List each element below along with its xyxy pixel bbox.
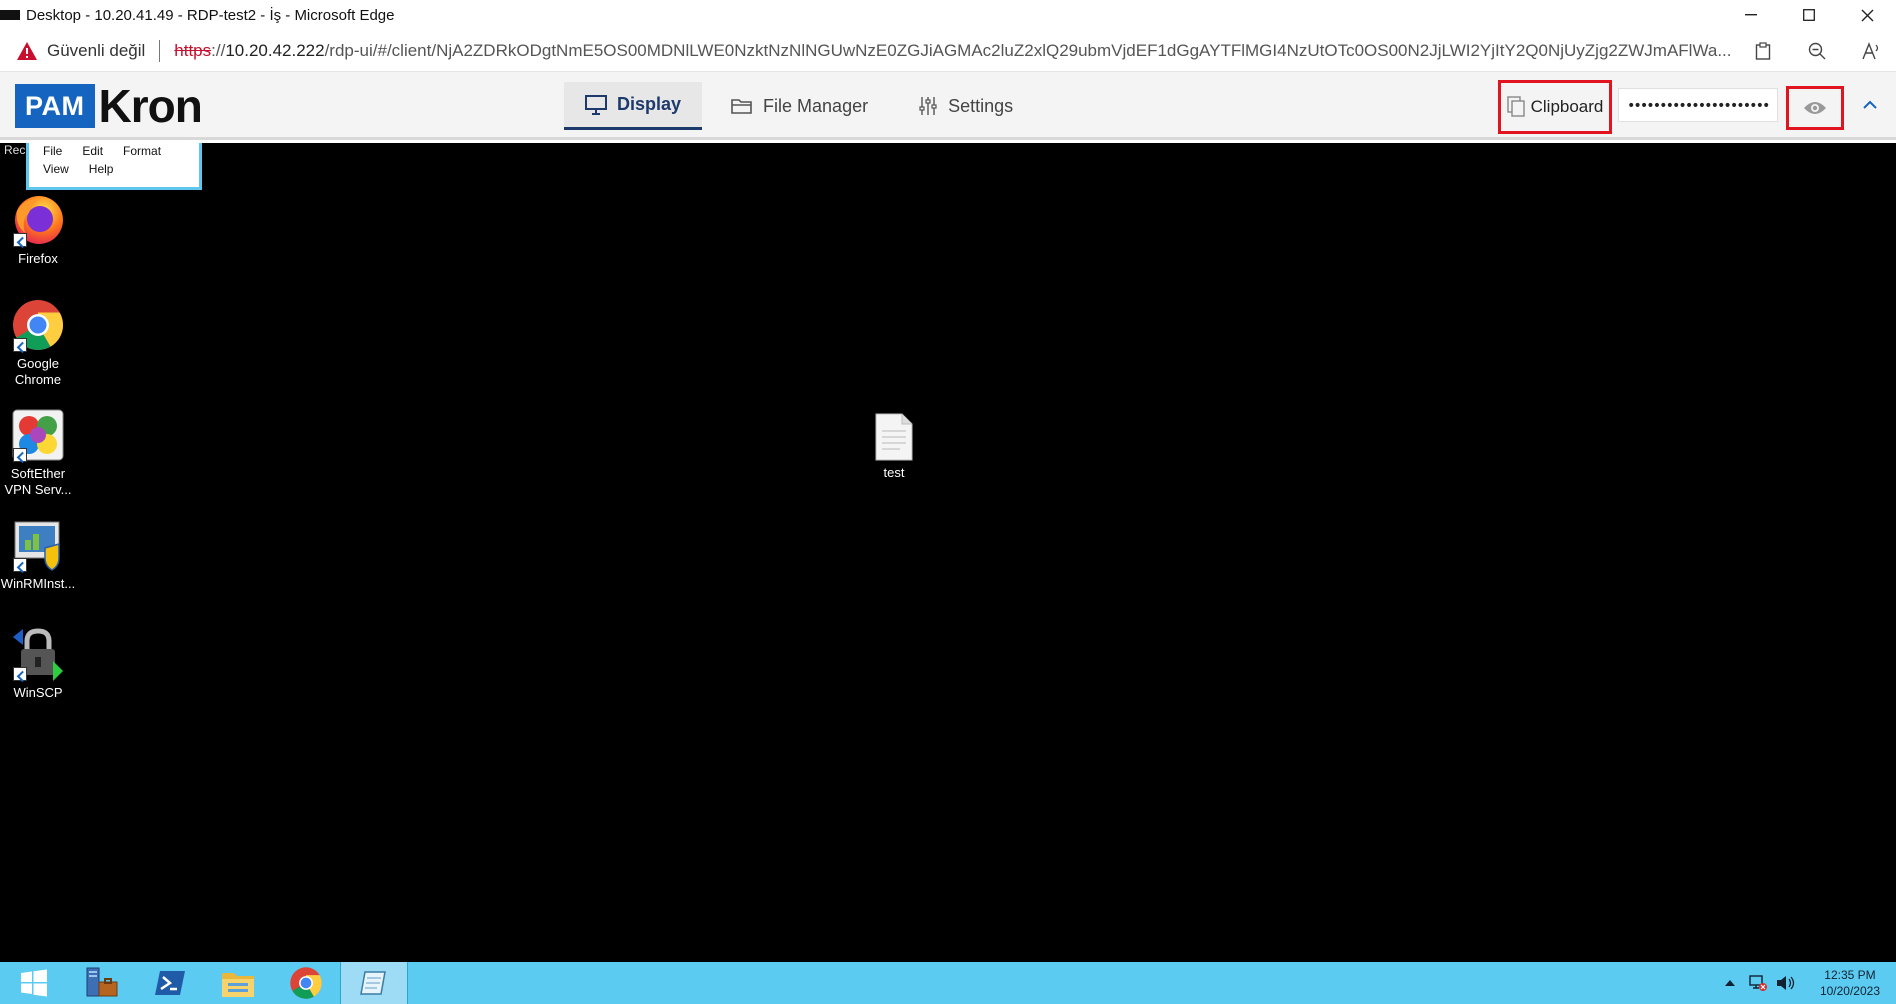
firefox-label: Firefox <box>18 251 58 266</box>
windows-logo-icon <box>21 969 47 997</box>
desktop-icon-winrm[interactable]: WinRMInst... <box>0 518 78 592</box>
winrm-label: WinRMInst... <box>0 576 76 591</box>
url-host: 10.20.42.222 <box>225 40 325 60</box>
close-button[interactable] <box>1838 0 1896 30</box>
url-separator: :// <box>211 40 226 60</box>
not-secure-label[interactable]: Güvenli değil <box>47 41 145 61</box>
desktop-icon-firefox[interactable]: Firefox <box>0 193 78 267</box>
chevron-up-icon <box>1863 100 1877 109</box>
notepad-taskbar-button[interactable] <box>340 962 408 1004</box>
tab-file-manager-label: File Manager <box>763 95 869 116</box>
show-password-button[interactable] <box>1786 86 1844 130</box>
url-path: /rdp-ui/#/client/NjA2ZDRkODgtNmE5OS00MDN… <box>324 40 1732 60</box>
winscp-label: WinSCP <box>13 685 63 700</box>
text-file-icon <box>875 413 913 461</box>
file-explorer-icon <box>222 973 254 997</box>
network-icon[interactable] <box>1746 971 1770 995</box>
powershell-icon <box>155 971 185 995</box>
volume-icon[interactable] <box>1774 971 1798 995</box>
menu-view[interactable]: View <box>43 162 69 176</box>
tab-settings[interactable]: Settings <box>897 82 1034 130</box>
notepad-menu-row2: View Help <box>29 159 199 179</box>
address-actions <box>1752 40 1882 62</box>
firefox-icon <box>11 193 65 247</box>
tab-settings-label: Settings <box>948 95 1014 116</box>
shortcut-arrow-icon <box>13 667 27 681</box>
winrm-installer-icon <box>11 518 65 572</box>
menu-edit[interactable]: Edit <box>82 144 103 158</box>
clipboard-text-value: •••••••••••••••••••••• <box>1627 98 1770 114</box>
window-title: Desktop - 10.20.41.49 - RDP-test2 - İş -… <box>26 6 395 24</box>
shortcut-arrow-icon <box>13 338 27 352</box>
clipboard-label: Clipboard <box>1530 97 1604 116</box>
chrome-icon <box>11 298 65 352</box>
desktop-icon-winscp[interactable]: WinSCP <box>0 627 78 701</box>
shortcut-arrow-icon <box>13 233 27 247</box>
server-manager-icon <box>86 967 118 997</box>
desktop-icon <box>0 10 20 20</box>
chevron-up-icon[interactable] <box>1718 971 1742 995</box>
collapse-toolbar-button[interactable] <box>1860 94 1880 114</box>
nav-tabs: Display File Manager Settings <box>564 82 1042 130</box>
warning-icon[interactable] <box>16 41 38 61</box>
softether-label: SoftEther VPN Serv... <box>4 466 72 497</box>
menu-file[interactable]: File <box>43 144 62 158</box>
system-tray: 12:35 PM 10/20/2023 <box>1718 962 1896 1004</box>
folder-icon <box>731 99 752 114</box>
notepad-menu-row1: File Edit Format <box>29 143 199 159</box>
notepad-window-fragment[interactable]: File Edit Format View Help <box>26 143 202 190</box>
minimize-button[interactable] <box>1722 0 1780 30</box>
clock-date: 10/20/2023 <box>1819 984 1880 998</box>
remote-desktop[interactable]: Rec File Edit Format View Help Firefox G… <box>0 143 1896 962</box>
tab-display[interactable]: Display <box>564 82 703 130</box>
clipboard-icon[interactable] <box>1752 40 1774 62</box>
file-explorer-button[interactable] <box>204 962 272 1004</box>
url-scheme: https <box>174 40 212 60</box>
chrome-taskbar-button[interactable] <box>272 962 340 1004</box>
chrome-label: Google Chrome <box>14 356 62 387</box>
tab-file-manager[interactable]: File Manager <box>710 82 889 130</box>
winscp-icon <box>11 627 65 681</box>
system-clock[interactable]: 12:35 PM 10/20/2023 <box>1820 967 1880 999</box>
recycle-bin-label-fragment: Rec <box>4 143 26 157</box>
file-test-label: test <box>883 465 905 480</box>
clock-time: 12:35 PM <box>1824 968 1876 982</box>
pam-header: PAM Kron Display File Manager Settings C… <box>0 72 1896 140</box>
tab-display-label: Display <box>617 94 682 114</box>
monitor-icon <box>585 94 607 115</box>
zoom-out-icon[interactable] <box>1806 40 1828 62</box>
clipboard-button[interactable]: Clipboard <box>1498 80 1612 134</box>
window-controls <box>1722 0 1896 30</box>
start-button[interactable] <box>0 962 68 1004</box>
maximize-button[interactable] <box>1780 0 1838 30</box>
menu-help[interactable]: Help <box>89 162 114 176</box>
notepad-icon <box>360 971 386 995</box>
desktop-icon-softether[interactable]: SoftEther VPN Serv... <box>0 408 78 498</box>
shortcut-arrow-icon <box>13 558 27 572</box>
logo-pam: PAM <box>15 84 95 128</box>
sliders-icon <box>919 97 937 115</box>
desktop-file-test[interactable]: test <box>854 413 934 480</box>
menu-format[interactable]: Format <box>123 144 161 158</box>
windows-taskbar: 12:35 PM 10/20/2023 <box>0 962 1896 1004</box>
browser-titlebar: Desktop - 10.20.41.49 - RDP-test2 - İş -… <box>0 0 1896 30</box>
logo-kron: Kron <box>98 80 203 132</box>
softether-icon <box>11 408 65 462</box>
copy-icon <box>1506 96 1525 117</box>
shortcut-arrow-icon <box>13 448 27 462</box>
eye-icon <box>1804 102 1826 114</box>
desktop-icon-chrome[interactable]: Google Chrome <box>0 298 78 388</box>
chrome-icon <box>290 967 322 999</box>
server-manager-button[interactable] <box>68 962 136 1004</box>
url-field[interactable]: https://10.20.42.222/rdp-ui/#/client/NjA… <box>174 41 1734 61</box>
pamkron-logo: PAM Kron <box>15 80 203 132</box>
address-bar: Güvenli değil https://10.20.42.222/rdp-u… <box>0 30 1896 72</box>
read-aloud-icon[interactable] <box>1860 40 1882 62</box>
powershell-button[interactable] <box>136 962 204 1004</box>
clipboard-text-field[interactable]: •••••••••••••••••••••• <box>1618 88 1778 122</box>
address-divider <box>159 39 161 62</box>
